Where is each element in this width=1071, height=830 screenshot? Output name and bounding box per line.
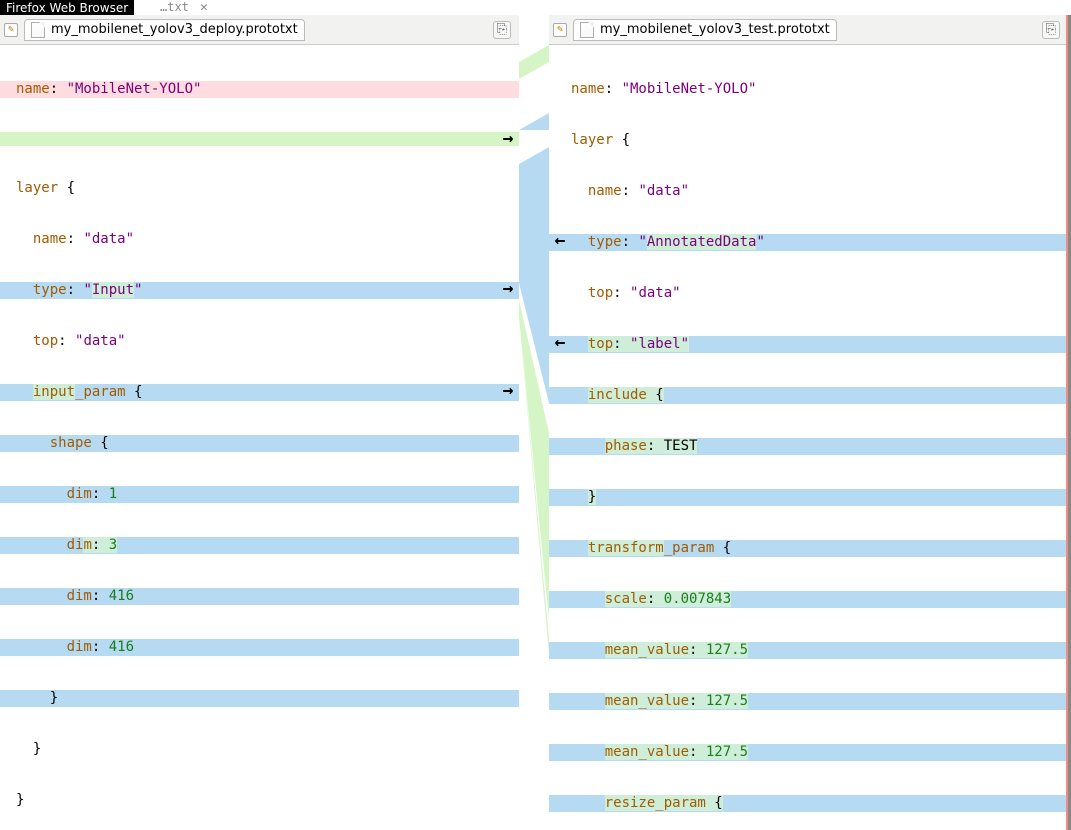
diff-arrow-left-icon[interactable]: ← [549,234,571,251]
right-filename: my_mobilenet_yolov3_test.prototxt [600,22,830,37]
reload-icon[interactable]: ⎘ [1042,21,1060,39]
file-icon [580,22,594,38]
right-code[interactable]: name: "MobileNet-YOLO" layer { name: "da… [549,45,1068,830]
file-icon [31,22,45,38]
left-filename: my_mobilenet_yolov3_deploy.prototxt [51,22,298,37]
scrollbar[interactable] [1066,15,1068,830]
right-pane: ✎ my_mobilenet_yolov3_test.prototxt ⎘ na… [549,15,1071,830]
diff-arrow-right-icon[interactable]: → [497,384,519,401]
tab-close-icon[interactable]: ✕ [200,0,208,15]
diff-arrow-right-icon[interactable]: → [497,132,519,146]
left-code[interactable]: name: "MobileNet-YOLO" → layer { name: "… [0,45,519,830]
left-file-tab[interactable]: my_mobilenet_yolov3_deploy.prototxt [24,19,305,41]
save-indicator-icon[interactable]: ✎ [553,23,567,37]
left-pane: ✎ my_mobilenet_yolov3_deploy.prototxt ⎘ … [0,15,519,830]
diff-divider[interactable] [519,15,549,830]
tab-title-stub: …txt [160,0,189,14]
reload-icon[interactable]: ⎘ [493,21,511,39]
tooltip-firefox: Firefox Web Browser [0,0,134,16]
right-file-tab[interactable]: my_mobilenet_yolov3_test.prototxt [573,19,837,41]
diff-arrow-right-icon[interactable]: → [497,282,519,299]
save-indicator-icon[interactable]: ✎ [4,23,18,37]
diff-arrow-left-icon[interactable]: ← [549,336,571,353]
